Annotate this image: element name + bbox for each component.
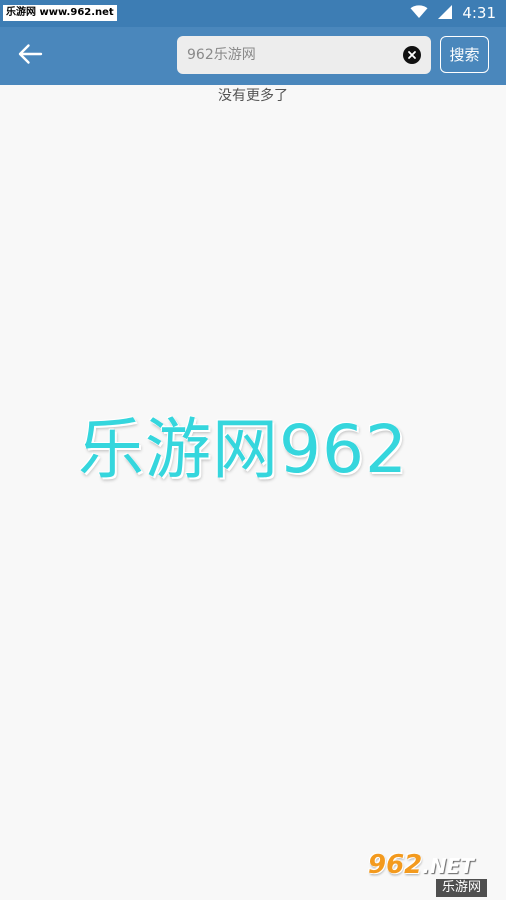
wifi-icon (410, 4, 428, 23)
no-more-results-text: 没有更多了 (218, 88, 288, 104)
search-input[interactable] (187, 36, 397, 74)
center-watermark: 乐游网962 (78, 411, 408, 488)
screen: 乐游网 www.962.net 4:31 962乐游网 搜索 没有更多了 乐游网… (0, 0, 506, 900)
corner-logo-top: 962.NET (368, 852, 500, 878)
status-bar: 乐游网 www.962.net 4:31 (0, 0, 506, 27)
search-box (177, 36, 431, 74)
corner-logo-number: 962 (368, 850, 423, 880)
app-bar: 搜索 (0, 27, 506, 85)
corner-logo-bottom: 乐游网 (436, 879, 488, 897)
clear-search-button[interactable] (403, 46, 421, 64)
status-time: 4:31 (462, 4, 496, 22)
corner-logo: 962.NET 乐游网 (368, 852, 500, 898)
status-icons: 4:31 (410, 0, 496, 27)
search-button[interactable]: 搜索 (440, 36, 489, 73)
status-watermark: 乐游网 www.962.net (3, 5, 117, 21)
back-button[interactable] (8, 34, 52, 78)
clear-circle-x-icon (407, 50, 417, 60)
corner-logo-net: .NET (422, 854, 474, 878)
cellular-signal-icon (438, 4, 453, 23)
arrow-left-icon (17, 43, 43, 69)
